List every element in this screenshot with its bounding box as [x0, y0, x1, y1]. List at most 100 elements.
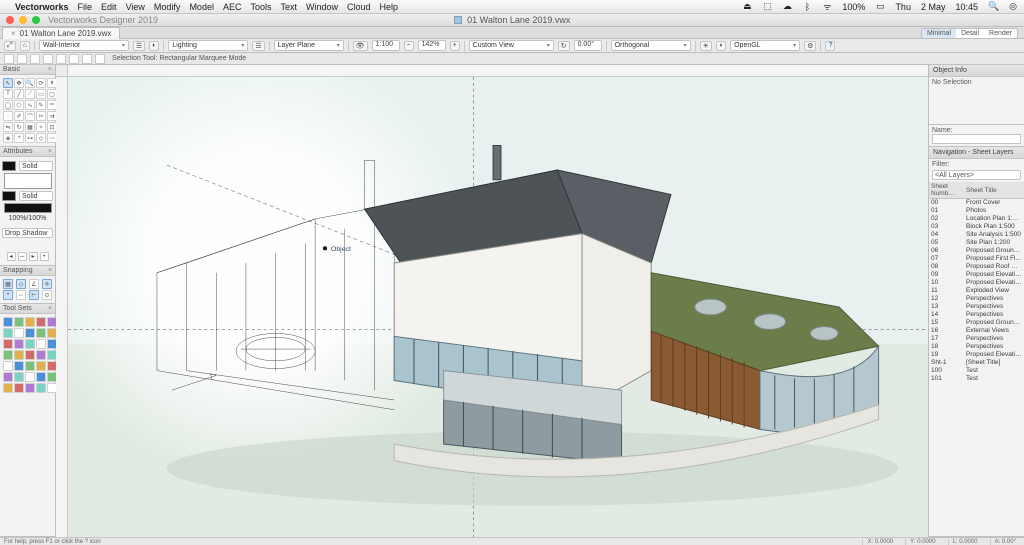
- table-row[interactable]: 12Perspectives: [929, 295, 1024, 303]
- menu-view[interactable]: View: [126, 2, 145, 12]
- class-options-button[interactable]: ☰: [133, 41, 145, 51]
- rotate-button[interactable]: ↻: [558, 41, 570, 51]
- menu-model[interactable]: Model: [189, 2, 214, 12]
- col-sheet-title[interactable]: Sheet Title: [964, 182, 1024, 199]
- mode-icon-5[interactable]: [56, 54, 66, 64]
- toolset-chip[interactable]: [25, 328, 35, 338]
- menu-modify[interactable]: Modify: [154, 2, 181, 12]
- locus-tool-icon[interactable]: ·: [3, 111, 13, 121]
- snap-tangent-icon[interactable]: ⊙: [42, 290, 52, 300]
- toolset-chip[interactable]: [25, 339, 35, 349]
- spotlight-icon[interactable]: 🔍: [988, 1, 998, 12]
- menu-cloud[interactable]: Cloud: [347, 2, 371, 12]
- flyover-tool-icon[interactable]: ⟳: [36, 78, 46, 88]
- zoom-tool-icon[interactable]: 🔍: [25, 78, 35, 88]
- menu-file[interactable]: File: [78, 2, 93, 12]
- window-close-button[interactable]: [6, 16, 14, 24]
- toolset-chip[interactable]: [25, 361, 35, 371]
- shadow-button[interactable]: ◗: [716, 41, 726, 51]
- toolset-chip[interactable]: [36, 361, 46, 371]
- menu-tools[interactable]: Tools: [250, 2, 271, 12]
- pan-tool-icon[interactable]: ✥: [14, 78, 24, 88]
- name-input[interactable]: [932, 134, 1021, 144]
- sheet-layer-table[interactable]: Sheet Numb… Sheet Title 00Front Cover01P…: [929, 182, 1024, 382]
- toolset-chip[interactable]: [14, 339, 24, 349]
- palette-close-icon[interactable]: ×: [48, 267, 52, 274]
- table-row[interactable]: 15Proposed Ground Floor Plan: [929, 319, 1024, 327]
- table-row[interactable]: 09Proposed Elevations: [929, 271, 1024, 279]
- reshape-tool-icon[interactable]: ✧: [36, 122, 46, 132]
- mode-icon-1[interactable]: [4, 54, 14, 64]
- text-tool-icon[interactable]: T: [3, 89, 13, 99]
- toolset-chip[interactable]: [3, 372, 13, 382]
- table-row[interactable]: 100Test: [929, 367, 1024, 375]
- toolset-chip[interactable]: [36, 350, 46, 360]
- palette-close-icon[interactable]: ×: [48, 305, 52, 312]
- snap-object-icon[interactable]: ◇: [16, 279, 26, 289]
- table-row[interactable]: 07Proposed First Floor Plan: [929, 255, 1024, 263]
- attribute-mapping-icon[interactable]: ▦: [25, 122, 35, 132]
- document-tab[interactable]: × 01 Walton Lane 2019.vwx: [2, 27, 120, 39]
- fit-view-button[interactable]: ⤢: [4, 41, 16, 51]
- palette-close-icon[interactable]: ×: [48, 148, 52, 155]
- snap-intersect-icon[interactable]: ✛: [42, 279, 52, 289]
- snap-grid-icon[interactable]: ▦: [3, 279, 13, 289]
- menu-window[interactable]: Window: [306, 2, 338, 12]
- drop-shadow-dropdown[interactable]: Drop Shadow: [2, 228, 53, 238]
- ruler-top[interactable]: [68, 65, 928, 77]
- symbol-tool-icon[interactable]: ◇: [36, 133, 46, 143]
- siri-icon[interactable]: ◎: [1008, 1, 1018, 12]
- toolset-chip[interactable]: [14, 317, 24, 327]
- toolset-chip[interactable]: [3, 361, 13, 371]
- toolset-chip[interactable]: [14, 350, 24, 360]
- table-row[interactable]: 08Proposed Roof Plan: [929, 263, 1024, 271]
- toolset-chip[interactable]: [14, 372, 24, 382]
- toolset-chip[interactable]: [25, 317, 35, 327]
- tab-close-icon[interactable]: ×: [11, 29, 16, 38]
- table-row[interactable]: 00Front Cover: [929, 199, 1024, 207]
- toolset-chip[interactable]: [14, 328, 24, 338]
- trim-tool-icon[interactable]: ✂: [36, 111, 46, 121]
- toolset-chip[interactable]: [36, 383, 46, 393]
- eyedropper-icon[interactable]: ✐: [14, 111, 24, 121]
- table-row[interactable]: 03Block Plan 1:500: [929, 223, 1024, 231]
- freehand-tool-icon[interactable]: ✎: [36, 100, 46, 110]
- toolset-chip[interactable]: [36, 372, 46, 382]
- mirror-tool-icon[interactable]: ⇋: [3, 122, 13, 132]
- toolset-chip[interactable]: [3, 339, 13, 349]
- scale-field[interactable]: 1:100: [372, 40, 400, 51]
- class-vis-button[interactable]: ◐: [149, 41, 159, 51]
- zoom-in-button[interactable]: +: [450, 41, 460, 51]
- ruler-left[interactable]: [56, 77, 68, 537]
- snap-angle-icon[interactable]: ∠: [29, 279, 39, 289]
- connect-tool-icon[interactable]: ⊶: [25, 133, 35, 143]
- app-menu[interactable]: Vectorworks: [15, 2, 69, 12]
- fillet-tool-icon[interactable]: ⌒: [25, 111, 35, 121]
- selection-tool-icon[interactable]: ↖: [3, 78, 13, 88]
- home-view-button[interactable]: ⌂: [20, 41, 30, 51]
- arc-tool-icon[interactable]: ⟋: [25, 89, 35, 99]
- toolset-chip[interactable]: [25, 372, 35, 382]
- line-style-icon[interactable]: ─: [18, 252, 27, 261]
- pen-preview[interactable]: [4, 203, 52, 213]
- zoom-field[interactable]: 142%: [418, 40, 446, 51]
- palette-close-icon[interactable]: ×: [48, 66, 52, 73]
- zoom-out-button[interactable]: −: [404, 41, 414, 51]
- toolset-chip[interactable]: [36, 317, 46, 327]
- toolset-chip[interactable]: [36, 339, 46, 349]
- class-dropdown[interactable]: Wall-Interior▾: [39, 40, 129, 51]
- toolset-chip[interactable]: [14, 383, 24, 393]
- toolset-chip[interactable]: [25, 383, 35, 393]
- fill-preview[interactable]: [4, 173, 52, 189]
- plane-dropdown[interactable]: Layer Plane▾: [274, 40, 344, 51]
- table-row[interactable]: 01Photos: [929, 207, 1024, 215]
- table-row[interactable]: 04Site Analysis 1:500: [929, 231, 1024, 239]
- mode-icon-6[interactable]: [69, 54, 79, 64]
- toolset-chip[interactable]: [36, 328, 46, 338]
- menu-aec[interactable]: AEC: [223, 2, 242, 12]
- snap-smartpoint-icon[interactable]: •: [3, 290, 13, 300]
- toolset-chip[interactable]: [3, 328, 13, 338]
- fill-swatch[interactable]: [2, 161, 16, 171]
- viewport[interactable]: Object: [68, 77, 928, 537]
- polygon-tool-icon[interactable]: ⬠: [14, 100, 24, 110]
